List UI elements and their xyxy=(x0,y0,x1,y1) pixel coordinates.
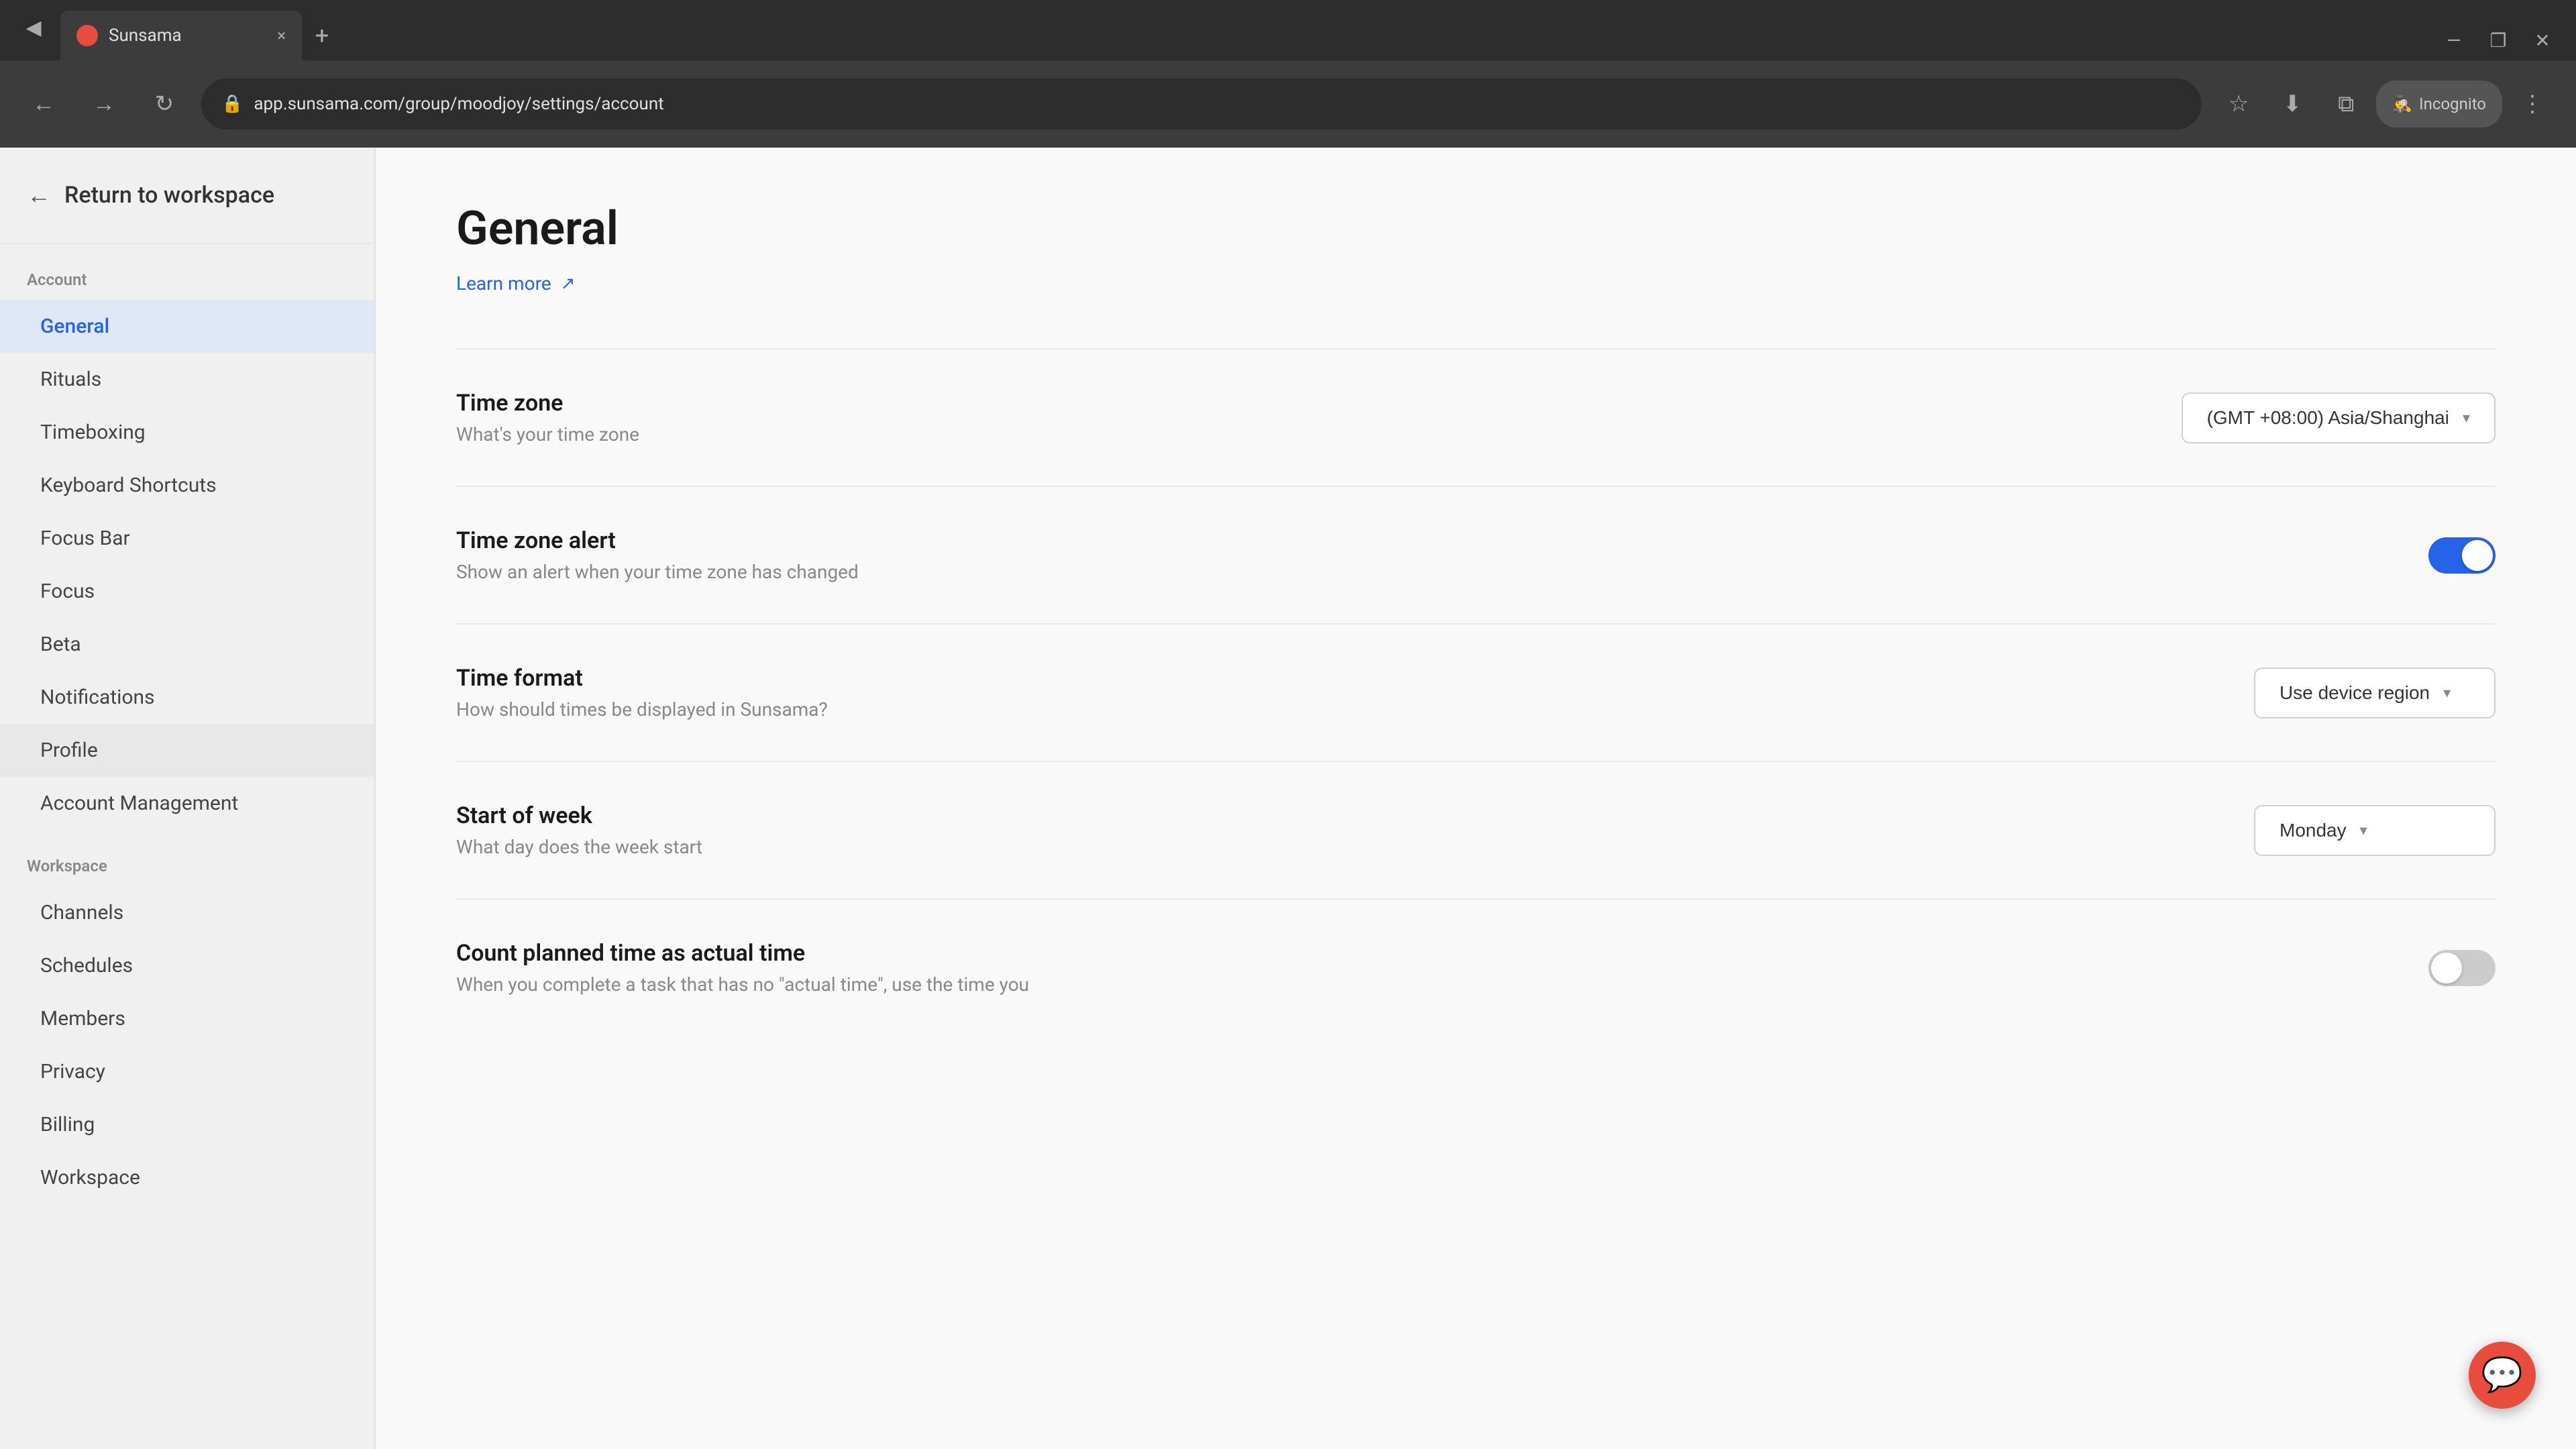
settings-label-group-time-format: Time format How should times be displayed… xyxy=(456,665,2254,720)
main-content: General Learn more ↗ Time zone What's you… xyxy=(376,148,2576,1449)
minimize-button[interactable]: — xyxy=(2434,20,2474,60)
sidebar-item-channels[interactable]: Channels xyxy=(0,886,374,939)
learn-more-label: Learn more xyxy=(456,272,551,294)
sidebar-item-schedules[interactable]: Schedules xyxy=(0,939,374,992)
settings-control-time-zone[interactable]: (GMT +08:00) Asia/Shanghai ▾ xyxy=(2182,392,2496,443)
split-view-button[interactable]: ⧉ xyxy=(2322,80,2369,127)
settings-control-time-format[interactable]: Use device region ▾ xyxy=(2254,667,2496,718)
chat-fab-button[interactable]: 💬 xyxy=(2469,1342,2536,1409)
sidebar: ← Return to workspace Account GeneralRit… xyxy=(0,148,376,1449)
return-to-workspace-label: Return to workspace xyxy=(64,182,274,209)
sidebar-item-billing[interactable]: Billing xyxy=(0,1098,374,1151)
settings-label-group-time-zone-alert: Time zone alert Show an alert when your t… xyxy=(456,527,2428,583)
download-button[interactable]: ⬇ xyxy=(2269,80,2316,127)
settings-label-group-count-planned-time: Count planned time as actual time When yo… xyxy=(456,940,2428,996)
sidebar-item-rituals[interactable]: Rituals xyxy=(0,353,374,406)
settings-description-time-format: How should times be displayed in Sunsama… xyxy=(456,698,2254,720)
chat-fab-icon: 💬 xyxy=(2481,1356,2523,1395)
settings-label-start-of-week: Start of week xyxy=(456,802,2254,829)
settings-description-start-of-week: What day does the week start xyxy=(456,836,2254,858)
toggle-knob-count-planned-time xyxy=(2431,953,2462,983)
sidebar-item-workspace[interactable]: Workspace xyxy=(0,1151,374,1204)
settings-label-time-format: Time format xyxy=(456,665,2254,692)
sidebar-item-timeboxing[interactable]: Timeboxing xyxy=(0,406,374,459)
sidebar-item-notifications[interactable]: Notifications xyxy=(0,671,374,724)
toggle-count-planned-time[interactable] xyxy=(2428,950,2496,986)
dropdown-time-zone[interactable]: (GMT +08:00) Asia/Shanghai ▾ xyxy=(2182,392,2496,443)
tab-back-btn[interactable]: ◀ xyxy=(13,7,54,48)
workspace-nav-group: ChannelsSchedulesMembersPrivacyBillingWo… xyxy=(0,886,374,1204)
app-container: ← Return to workspace Account GeneralRit… xyxy=(0,148,2576,1449)
sidebar-item-account-management[interactable]: Account Management xyxy=(0,777,374,830)
settings-label-group-start-of-week: Start of week What day does the week star… xyxy=(456,802,2254,858)
settings-section-count-planned-time: Count planned time as actual time When yo… xyxy=(456,898,2496,1036)
settings-label-time-zone-alert: Time zone alert xyxy=(456,527,2428,554)
chevron-down-icon: ▾ xyxy=(2360,822,2367,839)
settings-section-time-zone: Time zoneWhat's your time zone(GMT +08:0… xyxy=(456,348,2496,486)
page-title: General xyxy=(456,201,2496,256)
close-button[interactable]: ✕ xyxy=(2522,20,2563,60)
active-tab[interactable]: Sunsama × xyxy=(60,11,302,60)
settings-control-count-planned-time[interactable] xyxy=(2428,950,2496,986)
settings-description-count-planned-time: When you complete a task that has no "ac… xyxy=(456,973,2428,996)
return-arrow-icon: ← xyxy=(27,181,51,209)
forward-button[interactable]: → xyxy=(80,80,127,127)
maximize-button[interactable]: ❐ xyxy=(2478,20,2518,60)
dropdown-start-of-week[interactable]: Monday ▾ xyxy=(2254,805,2496,856)
account-nav-group: GeneralRitualsTimeboxingKeyboard Shortcu… xyxy=(0,300,374,830)
sidebar-item-privacy[interactable]: Privacy xyxy=(0,1045,374,1098)
settings-label-count-planned-time: Count planned time as actual time xyxy=(456,940,2428,967)
incognito-icon: 🕵 xyxy=(2392,95,2412,113)
settings-control-time-zone-alert[interactable] xyxy=(2428,537,2496,574)
account-section-label: Account xyxy=(0,244,374,300)
external-link-icon: ↗ xyxy=(561,274,576,294)
new-tab-button[interactable]: + xyxy=(302,11,342,60)
chevron-down-icon: ▾ xyxy=(2463,409,2470,427)
sidebar-item-general[interactable]: General xyxy=(0,300,374,353)
settings-control-start-of-week[interactable]: Monday ▾ xyxy=(2254,805,2496,856)
nav-actions: ☆ ⬇ ⧉ 🕵 Incognito ⋮ xyxy=(2215,80,2556,127)
settings-section-time-zone-alert: Time zone alert Show an alert when your t… xyxy=(456,486,2496,623)
sidebar-item-profile[interactable]: Profile xyxy=(0,724,374,777)
settings-description-time-zone: What's your time zone xyxy=(456,423,2182,445)
dropdown-value-time-zone: (GMT +08:00) Asia/Shanghai xyxy=(2207,407,2449,429)
settings-label-group-time-zone: Time zone What's your time zone xyxy=(456,390,2182,445)
more-button[interactable]: ⋮ xyxy=(2509,80,2556,127)
toggle-knob-time-zone-alert xyxy=(2462,540,2493,571)
browser-chrome: ◀ Sunsama × + — ❐ ✕ ← → ↻ 🔒 app.sunsama.… xyxy=(0,0,2576,148)
bookmark-button[interactable]: ☆ xyxy=(2215,80,2262,127)
window-controls: — ❐ ✕ xyxy=(2434,20,2563,60)
toggle-time-zone-alert[interactable] xyxy=(2428,537,2496,574)
sidebar-item-keyboard-shortcuts[interactable]: Keyboard Shortcuts xyxy=(0,459,374,512)
settings-description-time-zone-alert: Show an alert when your time zone has ch… xyxy=(456,561,2428,583)
sidebar-item-focus-bar[interactable]: Focus Bar xyxy=(0,512,374,565)
settings-section-start-of-week: Start of week What day does the week star… xyxy=(456,761,2496,898)
tab-close-button[interactable]: × xyxy=(277,26,286,45)
sidebar-item-focus[interactable]: Focus xyxy=(0,565,374,618)
dropdown-time-format[interactable]: Use device region ▾ xyxy=(2254,667,2496,718)
url-text: app.sunsama.com/group/moodjoy/settings/a… xyxy=(254,94,663,114)
learn-more-link[interactable]: Learn more ↗ xyxy=(456,272,2496,294)
back-button[interactable]: ← xyxy=(20,80,67,127)
nav-bar: ← → ↻ 🔒 app.sunsama.com/group/moodjoy/se… xyxy=(0,60,2576,148)
incognito-label: Incognito xyxy=(2419,95,2486,113)
chevron-down-icon: ▾ xyxy=(2443,684,2451,702)
return-to-workspace-button[interactable]: ← Return to workspace xyxy=(0,148,374,244)
incognito-badge: 🕵 Incognito xyxy=(2376,80,2502,127)
tab-favicon xyxy=(76,25,98,46)
lock-icon: 🔒 xyxy=(221,94,243,114)
settings-sections: Time zoneWhat's your time zone(GMT +08:0… xyxy=(456,348,2496,1036)
workspace-section-label: Workspace xyxy=(0,830,374,886)
tab-bar: ◀ Sunsama × + — ❐ ✕ xyxy=(0,0,2576,60)
reload-button[interactable]: ↻ xyxy=(141,80,188,127)
settings-section-time-format: Time format How should times be displayed… xyxy=(456,623,2496,761)
sidebar-item-members[interactable]: Members xyxy=(0,992,374,1045)
settings-label-time-zone: Time zone xyxy=(456,390,2182,417)
sidebar-item-beta[interactable]: Beta xyxy=(0,618,374,671)
dropdown-value-start-of-week: Monday xyxy=(2279,820,2347,841)
url-bar[interactable]: 🔒 app.sunsama.com/group/moodjoy/settings… xyxy=(201,78,2202,129)
dropdown-value-time-format: Use device region xyxy=(2279,682,2430,704)
tab-title: Sunsama xyxy=(109,25,182,46)
